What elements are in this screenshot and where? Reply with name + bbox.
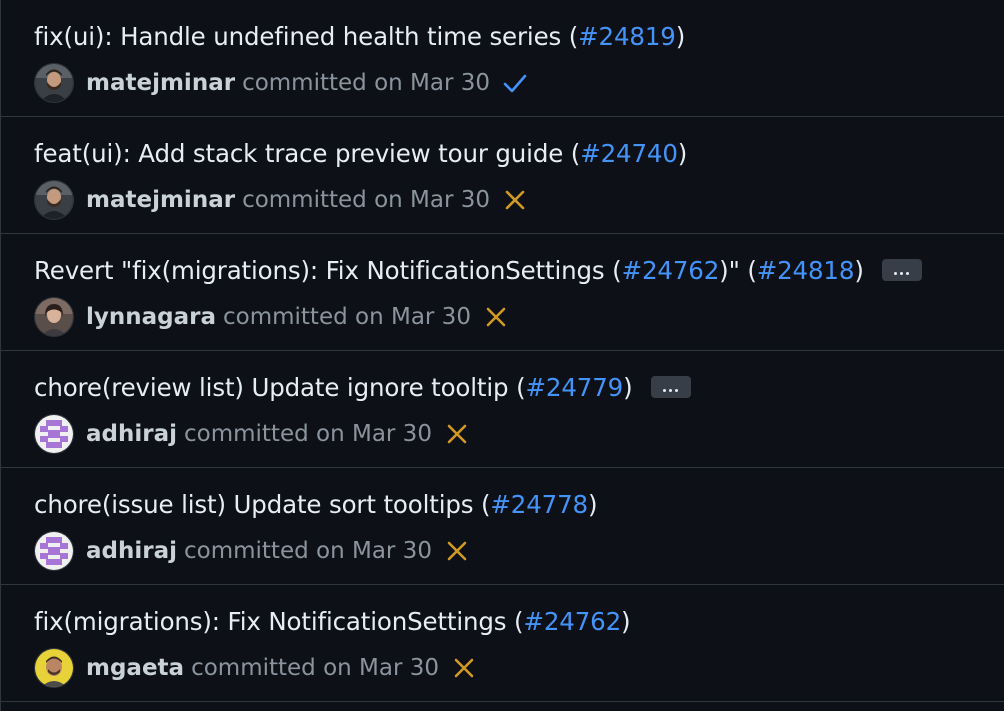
commit-date: committed on Mar 30 (242, 187, 491, 213)
commit-message-link[interactable]: chore(issue list) Update sort tooltips ( (34, 490, 491, 519)
commit-message-link[interactable]: fix(migrations): Fix NotificationSetting… (34, 607, 524, 636)
author-link[interactable]: lynnagara (86, 304, 216, 330)
commit-meta: adhiraj committed on Mar 30 (34, 414, 470, 454)
author-link[interactable]: adhiraj (86, 421, 177, 447)
pr-link[interactable]: #24818 (757, 256, 855, 285)
x-icon[interactable] (451, 655, 477, 681)
avatar[interactable] (34, 648, 74, 688)
pr-link[interactable]: #24762 (523, 607, 621, 636)
commit-row: fix(migrations): Fix NotificationSetting… (1, 585, 1004, 702)
commit-row: chore(issue list) Update sort tooltips (… (1, 468, 1004, 585)
author-link[interactable]: matejminar (86, 70, 235, 96)
author-link[interactable]: matejminar (86, 187, 235, 213)
commit-row: chore(review list) Update ignore tooltip… (1, 351, 1004, 468)
commit-message-link[interactable]: Revert "fix(migrations): Fix Notificatio… (34, 256, 622, 285)
commit-meta: adhiraj committed on Mar 30 (34, 531, 470, 571)
expand-message-button[interactable] (881, 259, 922, 281)
expand-message-button[interactable] (650, 376, 691, 398)
commit-date: committed on Mar 30 (242, 70, 491, 96)
pr-link[interactable]: #24762 (622, 256, 720, 285)
author-link[interactable]: adhiraj (86, 538, 177, 564)
commit-message-suffix[interactable]: ) (588, 490, 598, 519)
x-icon[interactable] (483, 304, 509, 330)
commit-date: committed on Mar 30 (184, 538, 432, 564)
commit-message-link[interactable]: feat(ui): Add stack trace preview tour g… (34, 139, 580, 168)
commit-message-middle[interactable]: )" ( (719, 256, 757, 285)
commit-row: fix(ui): Handle undefined health time se… (1, 0, 1004, 117)
x-icon[interactable] (502, 187, 528, 213)
avatar[interactable] (34, 531, 74, 571)
commit-title: feat(ui): Add stack trace preview tour g… (34, 137, 687, 171)
x-icon[interactable] (444, 421, 470, 447)
pr-link[interactable]: #24740 (580, 139, 678, 168)
avatar[interactable] (34, 297, 74, 337)
author-link[interactable]: mgaeta (86, 655, 184, 681)
commit-title: chore(issue list) Update sort tooltips (… (34, 488, 598, 522)
pr-link[interactable]: #24779 (526, 373, 624, 402)
commit-meta: lynnagara committed on Mar 30 (34, 297, 509, 337)
commit-date: committed on Mar 30 (223, 304, 471, 330)
commit-list: fix(ui): Handle undefined health time se… (0, 0, 1004, 711)
check-icon[interactable] (502, 70, 528, 96)
commit-row: Revert "fix(migrations): Fix Notificatio… (1, 234, 1004, 351)
commit-title: chore(review list) Update ignore tooltip… (34, 371, 691, 405)
commit-title: fix(ui): Handle undefined health time se… (34, 20, 685, 54)
commit-meta: matejminar committed on Mar 30 (34, 180, 528, 220)
commit-date: committed on Mar 30 (184, 421, 432, 447)
commit-message-suffix[interactable]: ) (623, 373, 633, 402)
commit-title: Revert "fix(migrations): Fix Notificatio… (34, 254, 922, 288)
commit-meta: matejminar committed on Mar 30 (34, 63, 528, 103)
avatar[interactable] (34, 180, 74, 220)
commit-message-link[interactable]: fix(ui): Handle undefined health time se… (34, 22, 578, 51)
pr-link[interactable]: #24778 (490, 490, 588, 519)
avatar[interactable] (34, 63, 74, 103)
commit-message-suffix[interactable]: ) (621, 607, 631, 636)
commit-message-link[interactable]: chore(review list) Update ignore tooltip… (34, 373, 526, 402)
x-icon[interactable] (444, 538, 470, 564)
commit-row: feat(ui): Add stack trace preview tour g… (1, 117, 1004, 234)
commit-meta: mgaeta committed on Mar 30 (34, 648, 477, 688)
commit-date: committed on Mar 30 (191, 655, 440, 681)
commit-title: fix(migrations): Fix NotificationSetting… (34, 605, 631, 639)
commit-message-suffix[interactable]: ) (678, 139, 688, 168)
commit-message-suffix[interactable]: ) (676, 22, 686, 51)
avatar[interactable] (34, 414, 74, 454)
commit-message-suffix[interactable]: ) (854, 256, 864, 285)
pr-link[interactable]: #24819 (578, 22, 676, 51)
